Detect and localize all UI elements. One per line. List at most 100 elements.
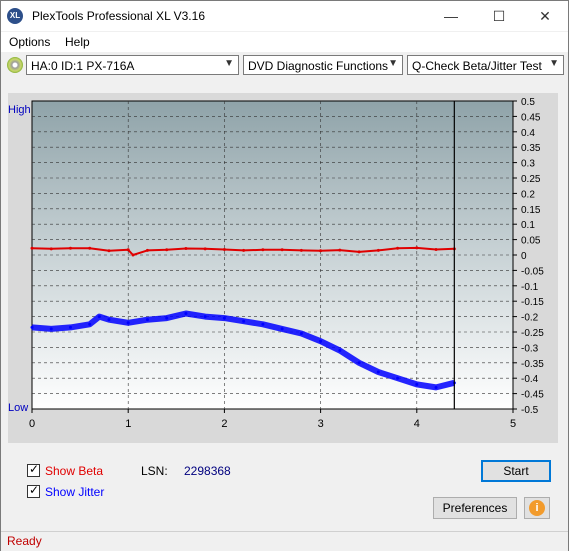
beta-data-point <box>280 248 284 252</box>
show-beta-label[interactable]: Show Beta <box>45 464 103 478</box>
jitter-data-point <box>280 327 284 331</box>
preferences-button-label: Preferences <box>442 501 508 515</box>
right-tick-label: 0.25 <box>521 174 541 185</box>
beta-data-point <box>261 248 265 252</box>
right-tick-label: -0.4 <box>521 374 539 385</box>
jitter-data-point <box>299 332 303 336</box>
beta-data-point <box>49 247 53 251</box>
beta-data-point <box>88 246 92 250</box>
chevron-down-icon: ▼ <box>549 58 559 69</box>
beta-data-point <box>319 249 323 253</box>
menu-bar: Options Help <box>1 32 568 52</box>
beta-data-point <box>415 246 419 250</box>
x-tick-label: 1 <box>125 418 131 430</box>
jitter-data-point <box>49 327 53 331</box>
jitter-data-point <box>415 382 419 386</box>
beta-data-point <box>338 248 342 252</box>
axis-low-label: Low <box>8 402 28 414</box>
jitter-data-point <box>396 376 400 380</box>
drive-select[interactable]: HA:0 ID:1 PX-716A ▼ <box>26 55 239 75</box>
chevron-down-icon: ▼ <box>224 58 234 69</box>
disc-drive-icon <box>7 57 23 73</box>
x-tick-label: 0 <box>29 418 35 430</box>
beta-data-point <box>434 247 438 251</box>
right-tick-label: -0.3 <box>521 343 539 354</box>
right-tick-label: 0.35 <box>521 143 541 154</box>
lsn-value: 2298368 <box>184 464 231 478</box>
chevron-down-icon: ▼ <box>388 58 398 69</box>
chart-panel: 0.5 0.45 0.4 0.35 0.3 0.25 0.2 0.15 0.1 0.05 0 -0.0… <box>8 93 558 443</box>
beta-data-point <box>145 248 149 252</box>
show-beta-checkbox[interactable]: ✓ <box>27 462 40 477</box>
right-tick-label: 0.2 <box>521 189 535 200</box>
jitter-data-point <box>434 385 438 389</box>
jitter-data-point <box>203 315 207 319</box>
plextools-app-icon: XL <box>7 8 23 24</box>
title-bar: XL PlexTools Professional XL V3.16 — ☐ ✕ <box>1 1 568 31</box>
x-tick-label: 4 <box>414 418 420 430</box>
right-tick-label: 0.15 <box>521 205 541 216</box>
right-tick-label: -0.1 <box>521 282 539 293</box>
beta-data-point <box>131 253 135 257</box>
maximize-button[interactable]: ☐ <box>476 1 522 31</box>
menu-options-label: Options <box>9 35 51 49</box>
beta-data-point <box>357 250 361 254</box>
preferences-button[interactable]: Preferences <box>433 497 517 519</box>
grid <box>32 101 513 409</box>
close-button[interactable]: ✕ <box>522 1 568 31</box>
drive-select-value: HA:0 ID:1 PX-716A <box>31 59 135 73</box>
jitter-data-point <box>107 318 111 322</box>
status-bar: Ready <box>1 531 568 551</box>
start-button[interactable]: Start <box>481 460 551 482</box>
lsn-label: LSN: <box>141 464 168 478</box>
jitter-data-point <box>338 348 342 352</box>
show-jitter-checkbox[interactable]: ✓ <box>27 483 40 498</box>
right-tick-label: -0.35 <box>521 359 544 370</box>
beta-data-point <box>222 247 226 251</box>
right-tick-label: -0.5 <box>521 405 539 416</box>
test-select-value: Q-Check Beta/Jitter Test <box>412 59 542 73</box>
right-axis: 0.5 0.45 0.4 0.35 0.3 0.25 0.2 0.15 0.1 0.05 0 -0.0… <box>513 97 544 416</box>
jitter-data-point <box>261 322 265 326</box>
function-select[interactable]: DVD Diagnostic Functions ▼ <box>243 55 403 75</box>
jitter-data-point <box>126 321 130 325</box>
beta-data-point <box>30 246 34 250</box>
beta-data-point <box>107 249 111 253</box>
axis-high-label: High <box>8 104 31 116</box>
jitter-data-point <box>165 316 169 320</box>
right-tick-label: -0.45 <box>521 390 544 401</box>
jitter-data-point <box>222 316 226 320</box>
jitter-data-point <box>242 319 246 323</box>
beta-data-point <box>299 248 303 252</box>
app-window: XL PlexTools Professional XL V3.16 — ☐ ✕… <box>0 0 569 551</box>
beta-data-point <box>165 248 169 252</box>
right-tick-label: 0.05 <box>521 236 541 247</box>
right-tick-label: 0.1 <box>521 220 535 231</box>
beta-jitter-chart: 0.5 0.45 0.4 0.35 0.3 0.25 0.2 0.15 0.1 0.05 0 -0.0… <box>8 97 544 430</box>
status-text: Ready <box>7 534 42 548</box>
right-tick-label: 0.5 <box>521 97 535 108</box>
right-tick-label: 0.3 <box>521 159 535 170</box>
menu-options[interactable]: Options <box>9 35 50 49</box>
x-tick-label: 3 <box>318 418 324 430</box>
right-tick-label: -0.05 <box>521 266 544 277</box>
info-button[interactable]: i <box>524 497 550 519</box>
beta-data-point <box>203 247 207 251</box>
jitter-data-point <box>357 361 361 365</box>
toolbar: HA:0 ID:1 PX-716A ▼ DVD Diagnostic Funct… <box>1 53 568 79</box>
beta-data-point <box>126 248 130 252</box>
check-icon: ✓ <box>29 462 40 476</box>
show-jitter-label[interactable]: Show Jitter <box>45 485 104 499</box>
beta-data-point <box>184 247 188 251</box>
beta-data-point <box>242 248 246 252</box>
jitter-data-point <box>30 325 34 329</box>
beta-data-point <box>376 248 380 252</box>
info-icon: i <box>529 500 545 516</box>
minimize-button[interactable]: — <box>428 1 474 31</box>
beta-data-point <box>396 246 400 250</box>
menu-help[interactable]: Help <box>65 35 90 49</box>
test-select[interactable]: Q-Check Beta/Jitter Test ▼ <box>407 55 564 75</box>
jitter-data-point <box>145 318 149 322</box>
right-tick-label: 0.45 <box>521 112 541 123</box>
jitter-data-point <box>376 370 380 374</box>
